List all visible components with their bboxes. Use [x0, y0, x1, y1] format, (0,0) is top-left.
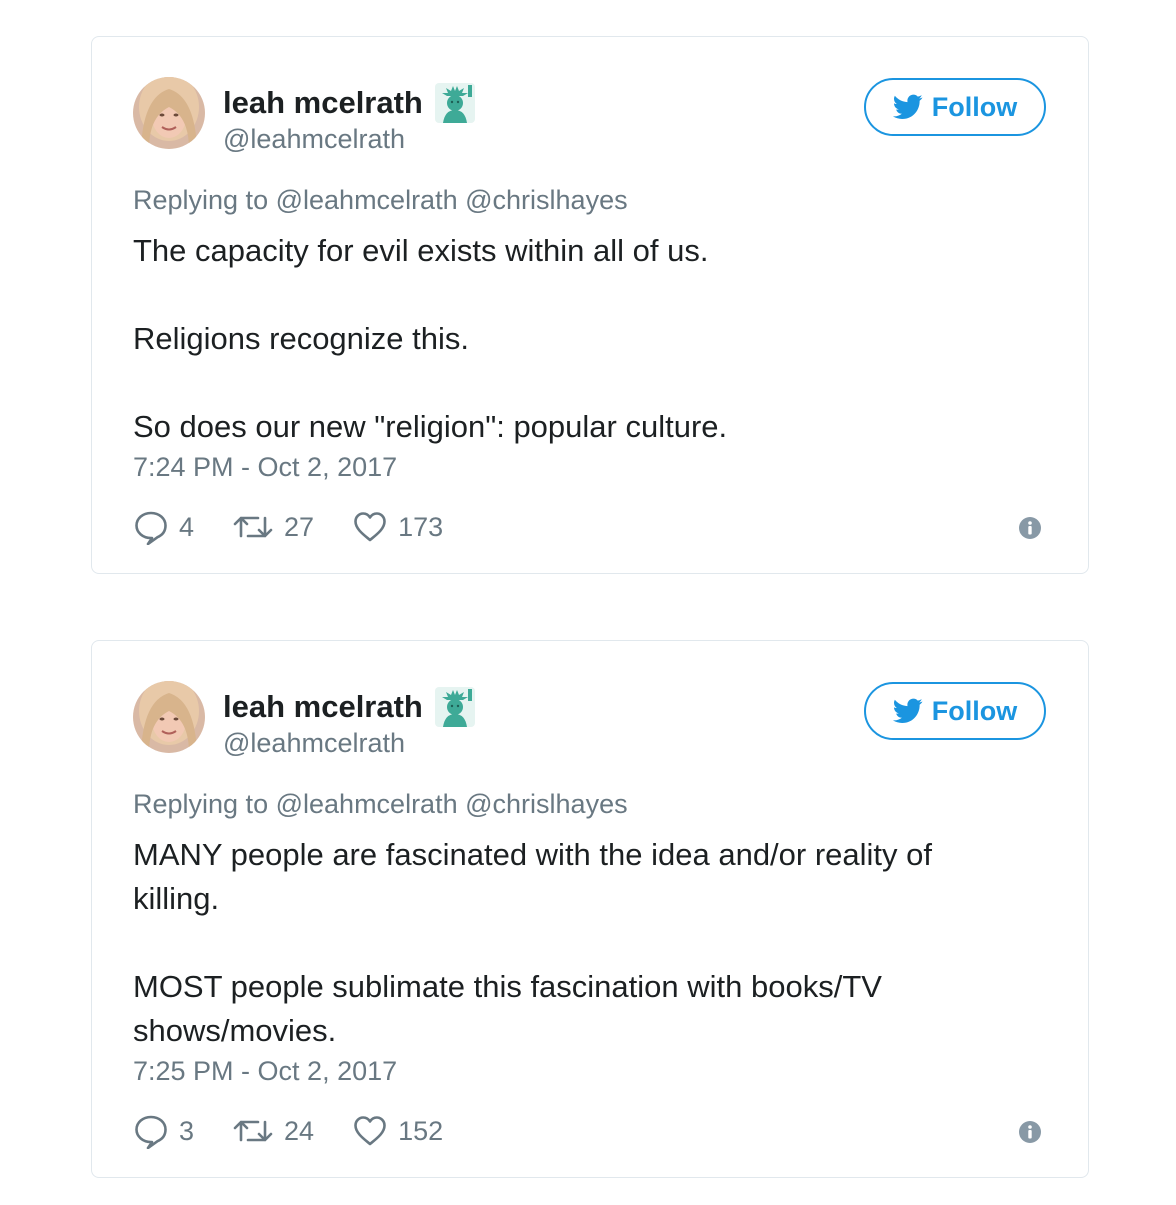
- reply-bubble-icon: [135, 1115, 167, 1149]
- like-action[interactable]: 152: [352, 1113, 443, 1149]
- tweet-card: leah mcelrath @leahmcelrath Follow Reply…: [91, 36, 1089, 574]
- follow-button[interactable]: Follow: [864, 78, 1046, 136]
- display-name[interactable]: leah mcelrath: [223, 687, 475, 727]
- heart-icon: [354, 512, 386, 542]
- reply-mention-link[interactable]: @leahmcelrath: [276, 789, 458, 819]
- handle[interactable]: @leahmcelrath: [223, 123, 405, 155]
- tweet-card: leah mcelrath @leahmcelrath Follow Reply…: [91, 640, 1089, 1178]
- reply-bubble-icon: [135, 511, 167, 545]
- retweet-icon: [233, 516, 273, 538]
- action-bar: 4 27 173: [133, 509, 481, 545]
- retweet-count: 24: [284, 1115, 315, 1146]
- like-action[interactable]: 173: [352, 509, 443, 545]
- like-count: 173: [398, 511, 444, 542]
- retweet-count: 27: [284, 511, 315, 542]
- retweet-icon: [233, 1120, 273, 1142]
- twitter-bird-icon: [892, 698, 923, 723]
- tweet-paragraph: So does our new "religion": popular cult…: [133, 409, 728, 444]
- handle[interactable]: @leahmcelrath: [223, 727, 405, 759]
- heart-icon: [354, 1116, 386, 1146]
- reply-mention-link[interactable]: @leahmcelrath: [276, 185, 458, 215]
- replying-to-line: Replying to @leahmcelrath @chrislhayes: [133, 183, 628, 217]
- tweet-text: The capacity for evil exists within all …: [133, 229, 1013, 449]
- retweet-action[interactable]: 27: [232, 509, 314, 545]
- replying-to-prefix: Replying to: [133, 789, 269, 819]
- display-name-text[interactable]: leah mcelrath: [223, 84, 423, 122]
- timestamp-link[interactable]: 7:25 PM - Oct 2, 2017: [133, 1055, 397, 1087]
- follow-label: Follow: [931, 695, 1018, 726]
- reply-mention-link[interactable]: @chrislhayes: [465, 185, 627, 215]
- info-icon[interactable]: [1018, 516, 1042, 540]
- tweet-paragraph: The capacity for evil exists within all …: [133, 233, 709, 268]
- replying-to-prefix: Replying to: [133, 185, 269, 215]
- tweet-text: MANY people are fascinated with the idea…: [133, 833, 973, 1053]
- statue-of-liberty-icon: [434, 687, 475, 727]
- action-bar: 3 24 152: [133, 1113, 481, 1149]
- display-name-text[interactable]: leah mcelrath: [223, 688, 423, 726]
- follow-button[interactable]: Follow: [864, 682, 1046, 740]
- tweet-paragraph: Religions recognize this.: [133, 321, 470, 356]
- twitter-bird-icon: [892, 94, 923, 119]
- timestamp-link[interactable]: 7:24 PM - Oct 2, 2017: [133, 451, 397, 483]
- reply-count: 3: [179, 1115, 195, 1146]
- retweet-action[interactable]: 24: [232, 1113, 314, 1149]
- replying-to-line: Replying to @leahmcelrath @chrislhayes: [133, 787, 628, 821]
- like-count: 152: [398, 1115, 444, 1146]
- reply-count: 4: [179, 511, 195, 542]
- info-icon[interactable]: [1018, 1120, 1042, 1144]
- statue-of-liberty-icon: [434, 83, 475, 123]
- display-name[interactable]: leah mcelrath: [223, 83, 475, 123]
- avatar[interactable]: [133, 681, 205, 753]
- reply-mention-link[interactable]: @chrislhayes: [465, 789, 627, 819]
- tweet-paragraph: MOST people sublimate this fascination w…: [133, 969, 882, 1048]
- tweet-paragraph: MANY people are fascinated with the idea…: [133, 837, 933, 916]
- reply-action[interactable]: 4: [133, 509, 194, 545]
- reply-action[interactable]: 3: [133, 1113, 194, 1149]
- follow-label: Follow: [931, 91, 1018, 122]
- avatar[interactable]: [133, 77, 205, 149]
